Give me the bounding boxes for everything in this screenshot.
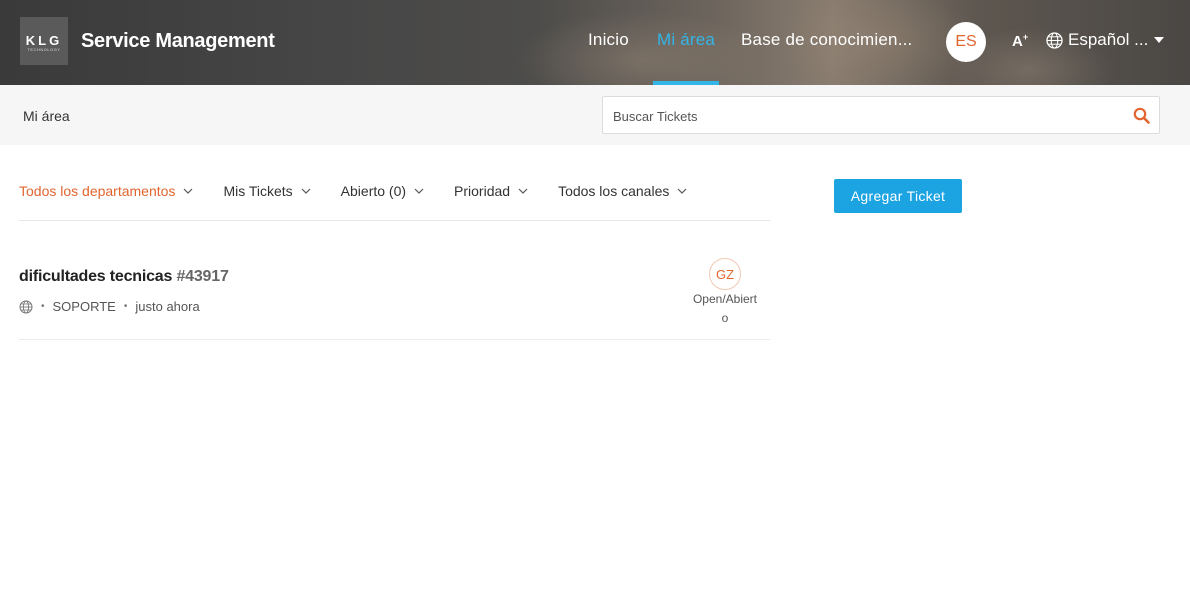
filter-channels[interactable]: Todos los canales	[558, 183, 687, 199]
search-box[interactable]	[602, 96, 1160, 134]
filter-bar: Todos los departamentos Mis Tickets Abie…	[19, 183, 717, 199]
logo-subtext: TECHNOLOGY	[27, 46, 61, 52]
chevron-down-icon	[518, 188, 528, 194]
nav-active-underline	[653, 81, 719, 85]
assignee-avatar[interactable]: GZ	[709, 258, 741, 290]
ticket-meta: • SOPORTE • justo ahora	[19, 299, 200, 314]
nav-mi-area[interactable]: Mi área	[657, 30, 715, 50]
ticket-divider	[19, 339, 770, 340]
ticket-subject-text: dificultades tecnicas	[19, 268, 173, 285]
ticket-subject[interactable]: dificultades tecnicas #43917	[19, 268, 229, 286]
add-ticket-button[interactable]: Agregar Ticket	[834, 179, 962, 213]
ticket-department: SOPORTE	[52, 299, 116, 314]
language-selector[interactable]: Español ...	[1046, 30, 1165, 50]
logo-text: KLG	[25, 32, 63, 48]
user-avatar[interactable]: ES	[946, 22, 986, 62]
top-header: KLG TECHNOLOGY Service Management Inicio…	[0, 0, 1190, 85]
ticket-status: Open/Abierto	[692, 292, 758, 325]
filter-priority[interactable]: Prioridad	[454, 183, 528, 199]
chevron-down-icon	[184, 188, 193, 194]
breadcrumb: Mi área	[23, 108, 70, 124]
chevron-down-icon	[677, 188, 687, 194]
klg-logo[interactable]: KLG TECHNOLOGY	[20, 17, 68, 65]
chevron-down-icon	[301, 188, 311, 194]
search-input[interactable]	[613, 106, 1113, 126]
filter-departments[interactable]: Todos los departamentos	[19, 183, 193, 199]
chevron-down-icon	[414, 188, 424, 194]
globe-icon	[1046, 31, 1063, 49]
meta-separator: •	[123, 301, 128, 312]
filter-divider	[19, 220, 770, 221]
font-toggle-plus: +	[1022, 32, 1029, 42]
caret-down-icon	[1154, 37, 1165, 43]
search-icon[interactable]	[1133, 107, 1150, 124]
ticket-time: justo ahora	[135, 299, 200, 314]
filter-label: Prioridad	[454, 183, 511, 199]
brand-title[interactable]: Service Management	[81, 30, 275, 53]
globe-icon	[19, 300, 33, 313]
filter-label: Todos los canales	[558, 183, 670, 199]
meta-separator: •	[41, 301, 45, 312]
filter-label: Todos los departamentos	[19, 183, 176, 199]
filter-my-tickets[interactable]: Mis Tickets	[223, 183, 311, 199]
nav-inicio[interactable]: Inicio	[588, 30, 629, 50]
filter-status[interactable]: Abierto (0)	[341, 183, 424, 199]
filter-label: Abierto (0)	[340, 183, 407, 199]
ticket-number: #43917	[176, 268, 229, 285]
filter-label: Mis Tickets	[223, 183, 293, 199]
font-size-toggle[interactable]: A+	[1012, 32, 1028, 50]
sub-bar: Mi área	[0, 85, 1190, 145]
language-label: Español ...	[1068, 30, 1149, 49]
font-toggle-letter: A	[1012, 33, 1023, 50]
nav-base-de-conocimiento[interactable]: Base de conocimien...	[741, 30, 913, 50]
